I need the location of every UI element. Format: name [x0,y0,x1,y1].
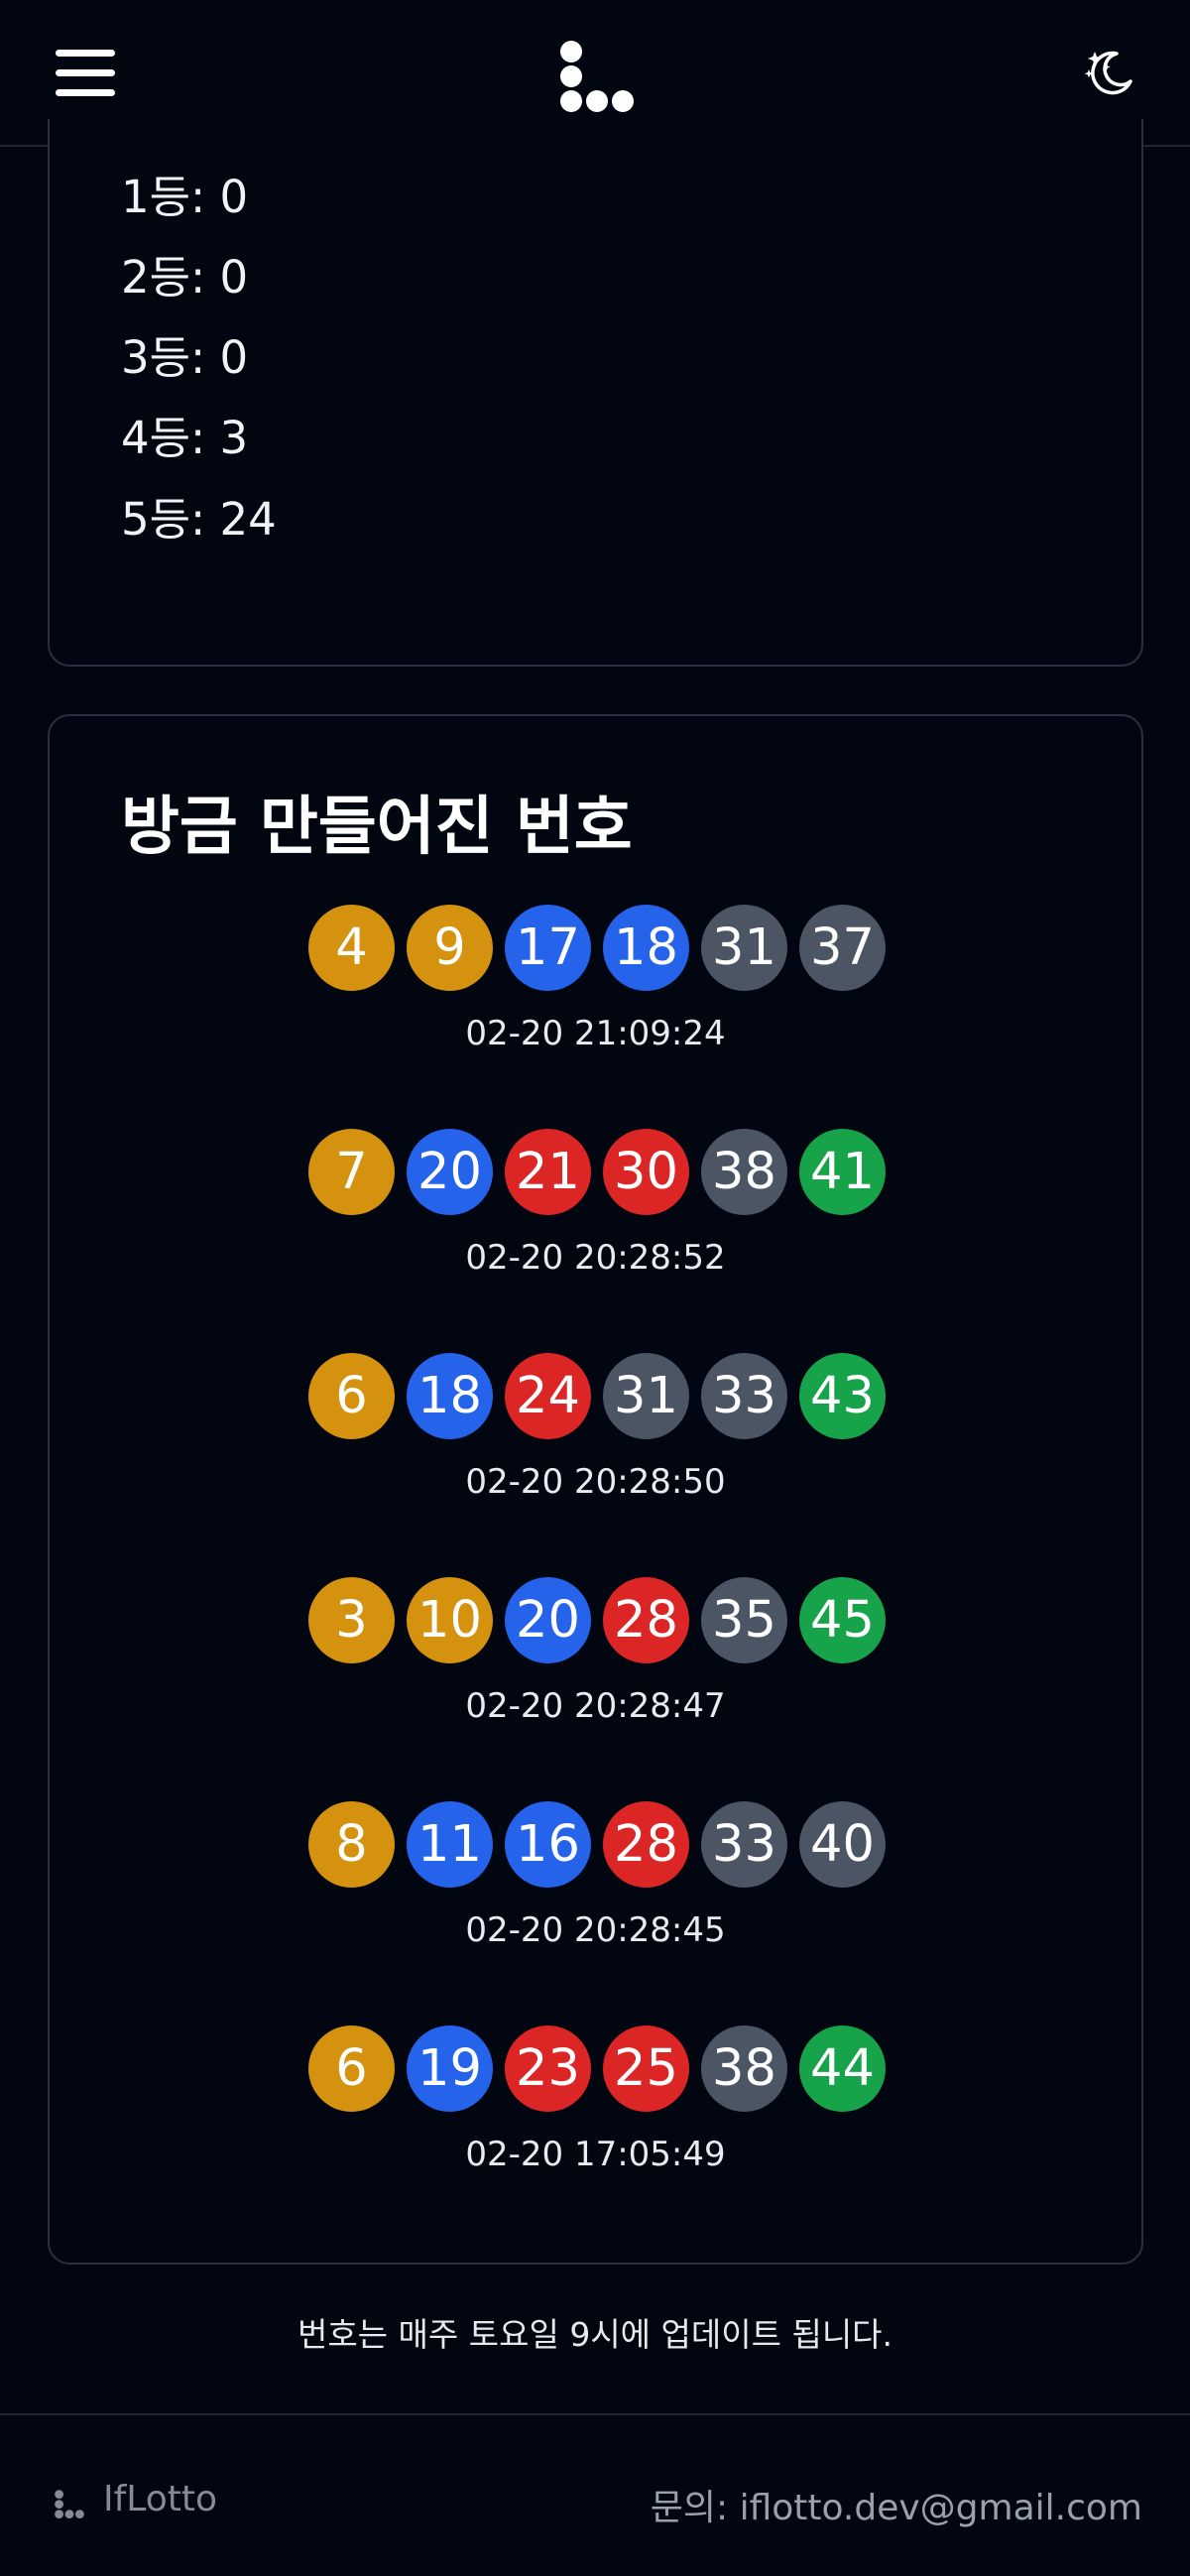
number-ball: 24 [505,1353,591,1439]
number-ball: 21 [505,1129,591,1215]
prize-rank-3: 3등: 0 [121,331,249,384]
number-ball: 31 [701,905,787,991]
number-ball: 41 [799,1129,886,1215]
number-ball: 11 [407,1801,493,1888]
number-ball: 18 [603,905,689,991]
number-balls: 3 10 20 28 35 45 [308,1577,886,1663]
draw-timestamp: 02-20 21:09:24 [465,1014,726,1053]
draw-timestamp: 02-20 17:05:49 [465,2135,726,2174]
prize-rank-5: 5등: 24 [121,493,277,546]
draw-timestamp: 02-20 20:28:50 [465,1462,726,1502]
draw-row: 6 18 24 31 33 43 02-20 20:28:50 [50,1353,1141,1532]
number-ball: 38 [701,1129,787,1215]
number-balls: 4 9 17 18 31 37 [308,905,886,991]
number-ball: 17 [505,905,591,991]
number-ball: 30 [603,1129,689,1215]
number-ball: 20 [407,1129,493,1215]
number-ball: 9 [407,905,493,991]
recent-numbers-card: 방금 만들어진 번호 4 9 17 18 31 37 02-20 21:09:24 7 20 21… [48,714,1143,2265]
number-ball: 28 [603,1577,689,1663]
number-balls: 7 20 21 30 38 41 [308,1129,886,1215]
prize-rank-4: 4등: 3 [121,412,249,464]
hamburger-menu-icon[interactable] [52,44,121,103]
contact-email[interactable]: 문의: iflotto.dev@gmail.com [651,2479,1142,2530]
prize-results-card: 1등: 0 2등: 0 3등: 0 4등: 3 5등: 24 [48,119,1143,667]
number-ball: 10 [407,1577,493,1663]
number-balls: 6 19 23 25 38 44 [308,2025,886,2112]
number-ball: 23 [505,2025,591,2112]
number-ball: 35 [701,1577,787,1663]
menu-line [56,69,115,76]
number-ball: 8 [308,1801,395,1888]
number-ball: 25 [603,2025,689,2112]
number-ball: 16 [505,1801,591,1888]
update-notice: 번호는 매주 토요일 9시에 업데이트 됩니다. [297,2315,893,2354]
number-ball: 20 [505,1577,591,1663]
number-ball: 45 [799,1577,886,1663]
prize-rank-2: 2등: 0 [121,251,249,304]
number-ball: 31 [603,1353,689,1439]
draw-row: 7 20 21 30 38 41 02-20 20:28:52 [50,1129,1141,1307]
draw-timestamp: 02-20 20:28:52 [465,1238,726,1278]
draw-timestamp: 02-20 20:28:45 [465,1910,726,1950]
number-ball: 38 [701,2025,787,2112]
number-ball: 4 [308,905,395,991]
number-ball: 7 [308,1129,395,1215]
number-ball: 40 [799,1801,886,1888]
number-ball: 37 [799,905,886,991]
number-ball: 33 [701,1353,787,1439]
number-ball: 33 [701,1801,787,1888]
number-ball: 43 [799,1353,886,1439]
number-ball: 19 [407,2025,493,2112]
draw-row: 6 19 23 25 38 44 02-20 17:05:49 [50,2025,1141,2204]
dots-logo-icon [55,2490,84,2518]
number-balls: 6 18 24 31 33 43 [308,1353,886,1439]
draw-timestamp: 02-20 20:28:47 [465,1686,726,1726]
footer: IfLotto 문의: iflotto.dev@gmail.com [0,2413,1190,2576]
menu-line [56,89,115,96]
draw-row: 4 9 17 18 31 37 02-20 21:09:24 [50,905,1141,1083]
section-title: 방금 만들어진 번호 [121,791,633,864]
footer-brand[interactable]: IfLotto [103,2479,217,2519]
dots-logo-icon[interactable] [557,40,637,115]
number-ball: 18 [407,1353,493,1439]
number-balls: 8 11 16 28 33 40 [308,1801,886,1888]
draw-row: 3 10 20 28 35 45 02-20 20:28:47 [50,1577,1141,1756]
draw-row: 8 11 16 28 33 40 02-20 20:28:45 [50,1801,1141,1980]
number-ball: 6 [308,2025,395,2112]
number-ball: 3 [308,1577,395,1663]
number-ball: 6 [308,1353,395,1439]
prize-rank-1: 1등: 0 [121,171,249,223]
number-ball: 28 [603,1801,689,1888]
number-ball: 44 [799,2025,886,2112]
menu-line [56,50,115,57]
moon-stars-icon[interactable] [1081,46,1136,101]
